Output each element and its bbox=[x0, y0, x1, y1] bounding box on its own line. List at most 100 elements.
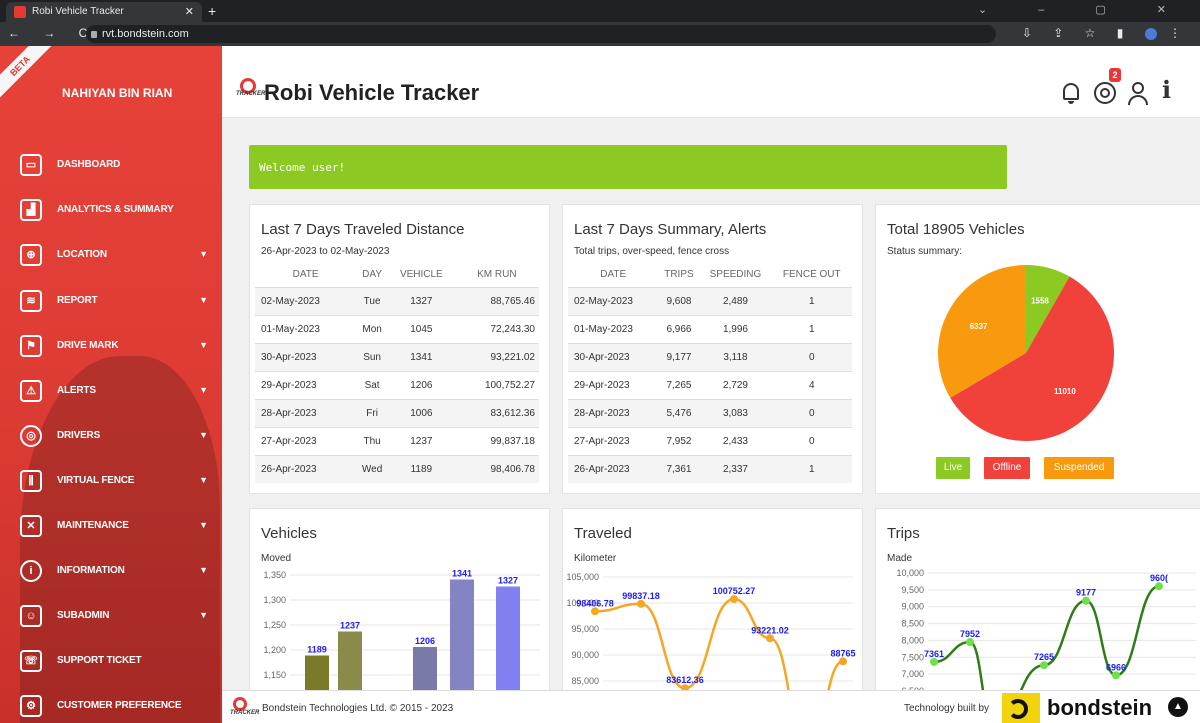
table-cell: 1341 bbox=[387, 342, 455, 371]
scroll-to-top-button[interactable]: ▲ bbox=[1168, 697, 1188, 717]
pie-slice-label: 1558 bbox=[1031, 296, 1049, 305]
table-cell: 4 bbox=[771, 370, 852, 399]
browser-toolbar: ← → C rvt.bondstein.com ⇩ ⇪ ☆ ▮ ⋮ bbox=[0, 22, 1200, 46]
table-row: 30-Apr-2023 Sun 1341 93,221.02 bbox=[255, 342, 539, 371]
bar-data-label: 1341 bbox=[452, 569, 472, 579]
close-tab-icon[interactable]: ✕ bbox=[185, 5, 194, 18]
table-cell: 1006 bbox=[387, 398, 455, 427]
table-cell: 28-Apr-2023 bbox=[255, 398, 357, 427]
footer-logo-ring-icon bbox=[233, 697, 247, 711]
table-cell: 1237 bbox=[387, 426, 455, 455]
sidebar-item-customer-preference[interactable]: ⚙ CUSTOMER PREFERENCE bbox=[0, 687, 222, 723]
column-header: FENCE OUT bbox=[782, 269, 841, 281]
table-cell: 98,406.78 bbox=[454, 454, 539, 483]
table-cell: 93,221.02 bbox=[454, 342, 539, 371]
caret-down-icon: ▼ bbox=[199, 430, 208, 440]
table-cell: Fri bbox=[356, 398, 388, 427]
alerts-card-title: Last 7 Days Summary, Alerts bbox=[574, 221, 767, 238]
user-profile-icon[interactable] bbox=[1126, 80, 1150, 106]
sidebar-item-information[interactable]: i INFORMATION ▼ bbox=[0, 552, 222, 592]
legend-suspended[interactable]: Suspended bbox=[1044, 457, 1114, 479]
table-cell: 01-May-2023 bbox=[255, 314, 357, 343]
profile-icon[interactable] bbox=[1144, 27, 1157, 40]
sidebar-item-label: DRIVERS bbox=[57, 430, 101, 441]
legend-offline[interactable]: Offline bbox=[984, 457, 1030, 479]
sidebar-item-subadmin[interactable]: ☺ SUBADMIN ▼ bbox=[0, 597, 222, 637]
warning-icon: ⚠ bbox=[20, 380, 42, 402]
data-point[interactable] bbox=[637, 599, 645, 608]
sidebar-item-virtual-fence[interactable]: ⫼ VIRTUAL FENCE ▼ bbox=[0, 462, 222, 502]
table-cell: 29-Apr-2023 bbox=[568, 370, 659, 399]
table-cell: 9,608 bbox=[658, 286, 700, 315]
data-point[interactable] bbox=[1082, 596, 1090, 605]
y-tick-label: 105,000 bbox=[566, 572, 599, 582]
table-cell: 27-Apr-2023 bbox=[568, 426, 659, 455]
data-point[interactable] bbox=[766, 634, 774, 643]
caret-down-icon: ▼ bbox=[199, 385, 208, 395]
notification-bell-icon[interactable] bbox=[1060, 80, 1084, 106]
bar[interactable] bbox=[450, 579, 474, 698]
table-cell: 3,083 bbox=[699, 398, 772, 427]
data-point[interactable] bbox=[930, 657, 938, 666]
data-point[interactable] bbox=[966, 638, 974, 647]
sidebar-item-alerts[interactable]: ⚠ ALERTS ▼ bbox=[0, 372, 222, 412]
y-tick-label: 1,350 bbox=[263, 570, 286, 580]
data-point[interactable] bbox=[1155, 582, 1163, 591]
bondstein-logo-icon[interactable] bbox=[1002, 693, 1040, 723]
data-point[interactable] bbox=[839, 657, 847, 666]
table-cell: 1 bbox=[771, 454, 852, 483]
sidebar-item-analytics-summary[interactable]: ▟ ANALYTICS & SUMMARY bbox=[0, 191, 222, 231]
new-tab-icon[interactable]: + bbox=[208, 3, 216, 19]
support-lifebuoy-icon[interactable] bbox=[1094, 80, 1118, 106]
data-point[interactable] bbox=[1112, 671, 1120, 680]
report-monitor-icon: ≋ bbox=[20, 290, 42, 312]
sidebar-item-drive-mark[interactable]: ⚑ DRIVE MARK ▼ bbox=[0, 327, 222, 367]
welcome-banner: Welcome user! bbox=[249, 145, 1007, 189]
table-cell: 26-Apr-2023 bbox=[255, 454, 357, 483]
sidebar-item-label: VIRTUAL FENCE bbox=[57, 475, 135, 486]
table-row: 01-May-2023 Mon 1045 72,243.30 bbox=[255, 314, 539, 343]
vehicle-status-title: Total 18905 Vehicles bbox=[887, 221, 1025, 238]
point-data-label: 88765 bbox=[830, 648, 855, 658]
table-cell: 1189 bbox=[387, 454, 455, 483]
bar[interactable] bbox=[338, 631, 362, 698]
table-cell: 30-Apr-2023 bbox=[568, 342, 659, 371]
browser-tab[interactable]: Robi Vehicle Tracker ✕ bbox=[6, 2, 202, 22]
sidebar-item-drivers[interactable]: ◎ DRIVERS ▼ bbox=[0, 417, 222, 457]
sidebar-item-location[interactable]: ⊕ LOCATION ▼ bbox=[0, 236, 222, 276]
bar[interactable] bbox=[496, 586, 520, 698]
navigation-buttons[interactable]: ← → C bbox=[8, 26, 97, 40]
table-row: 30-Apr-2023 9,177 3,118 0 bbox=[568, 342, 852, 371]
point-data-label: 98406.78 bbox=[576, 598, 614, 608]
data-point[interactable] bbox=[730, 595, 738, 604]
table-cell: 7,361 bbox=[658, 454, 700, 483]
sidebar-item-maintenance[interactable]: ✕ MAINTENANCE ▼ bbox=[0, 507, 222, 547]
y-tick-label: 8,500 bbox=[901, 619, 924, 629]
sidebar-item-support-ticket[interactable]: ☏ SUPPORT TICKET bbox=[0, 642, 222, 682]
info-icon[interactable]: ℹ bbox=[1162, 76, 1186, 104]
caret-down-icon: ▼ bbox=[199, 340, 208, 350]
column-header: KM RUN bbox=[477, 269, 517, 281]
tracker-logo[interactable]: TRACKER bbox=[236, 78, 265, 100]
sidebar-item-label: ANALYTICS & SUMMARY bbox=[57, 204, 174, 215]
sidebar-item-dashboard[interactable]: ▭ DASHBOARD bbox=[0, 146, 222, 186]
url-text: rvt.bondstein.com bbox=[102, 28, 189, 40]
sidebar-item-label: ALERTS bbox=[57, 385, 96, 396]
tab-title: Robi Vehicle Tracker bbox=[32, 6, 124, 17]
sidebar-item-label: INFORMATION bbox=[57, 565, 125, 576]
legend-live[interactable]: Live bbox=[936, 457, 970, 479]
bondstein-brand-name[interactable]: bondstein bbox=[1047, 695, 1152, 721]
sidebar-item-report[interactable]: ≋ REPORT ▼ bbox=[0, 282, 222, 322]
alerts-card: Last 7 Days Summary, Alerts Total trips,… bbox=[562, 204, 863, 494]
window-controls[interactable]: ⌄ – ▢ ✕ bbox=[978, 3, 1190, 16]
data-point[interactable] bbox=[591, 607, 599, 616]
data-point[interactable] bbox=[1040, 661, 1048, 670]
table-cell: 2,489 bbox=[699, 286, 772, 315]
sidebar-user-name[interactable]: NAHIYAN BIN RIAN bbox=[62, 86, 172, 100]
extension-buttons[interactable]: ⇩ ⇪ ☆ ▮ ⋮ bbox=[1022, 26, 1190, 40]
y-tick-label: 9,500 bbox=[901, 585, 924, 595]
table-row: 26-Apr-2023 Wed 1189 98,406.78 bbox=[255, 454, 539, 483]
address-bar[interactable]: rvt.bondstein.com bbox=[86, 25, 996, 43]
sidebar-item-label: MAINTENANCE bbox=[57, 520, 129, 531]
distance-card-subtitle: 26-Apr-2023 to 02-May-2023 bbox=[261, 246, 390, 257]
